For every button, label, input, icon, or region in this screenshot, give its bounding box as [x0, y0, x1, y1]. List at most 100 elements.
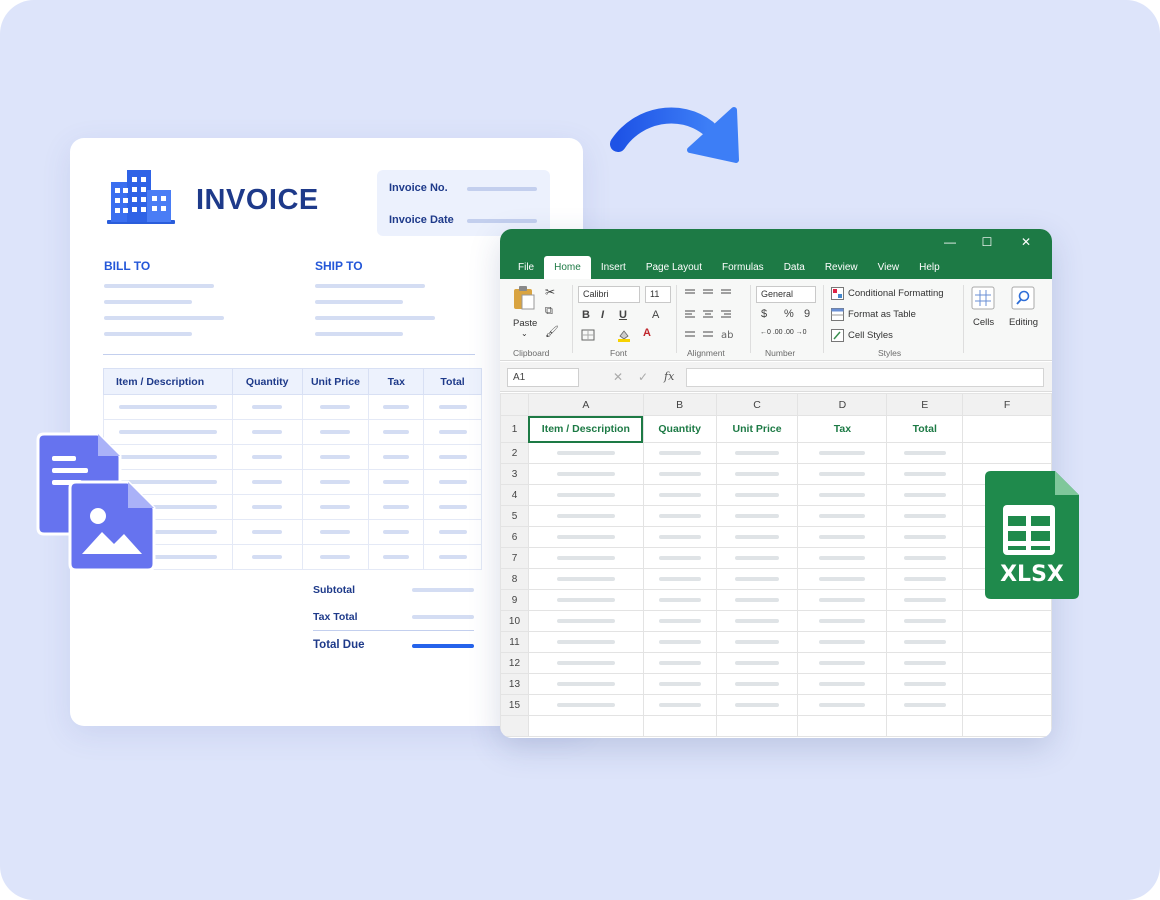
grid-cell[interactable] — [527, 526, 644, 548]
cell-styles-icon[interactable] — [831, 329, 844, 342]
row-header[interactable]: 2 — [500, 442, 529, 464]
row-header[interactable]: 11 — [500, 631, 529, 653]
grid-cell[interactable] — [642, 694, 717, 716]
minimize-button[interactable]: — — [940, 235, 960, 251]
grid-cell[interactable] — [715, 673, 799, 695]
spreadsheet-grid[interactable]: A B C D E F 1 Item / Description Quantit… — [500, 393, 1052, 737]
cell-c1[interactable]: Unit Price — [715, 415, 799, 443]
grid-cell[interactable] — [527, 631, 644, 653]
column-header-b[interactable]: B — [642, 393, 717, 416]
grid-cell[interactable] — [797, 610, 888, 632]
row-header[interactable]: 9 — [500, 589, 529, 611]
grid-cell[interactable] — [642, 631, 717, 653]
font-name-select[interactable]: Calibri — [578, 286, 640, 303]
grid-cell[interactable] — [642, 526, 717, 548]
grid-cell[interactable] — [886, 442, 964, 464]
grid-cell[interactable] — [797, 484, 888, 506]
tab-file[interactable]: File — [508, 256, 544, 279]
percent-button[interactable]: % — [784, 308, 794, 320]
grid-cell[interactable] — [642, 610, 717, 632]
cancel-icon[interactable]: ✕ — [613, 370, 623, 384]
grid-cell[interactable] — [527, 484, 644, 506]
grid-cell[interactable] — [886, 715, 964, 737]
grid-cell[interactable] — [527, 610, 644, 632]
column-header-a[interactable]: A — [527, 393, 644, 416]
cut-icon[interactable]: ✂ — [545, 285, 555, 299]
grid-cell[interactable] — [886, 673, 964, 695]
copy-icon[interactable]: ⧉ — [545, 305, 553, 318]
font-color-icon[interactable]: A — [643, 327, 651, 339]
grid-cell[interactable] — [886, 505, 964, 527]
grid-cell[interactable] — [962, 631, 1052, 653]
column-header-f[interactable]: F — [962, 393, 1052, 416]
grid-cell[interactable] — [642, 568, 717, 590]
grid-cell[interactable] — [715, 442, 799, 464]
currency-button[interactable]: $ — [761, 308, 767, 320]
column-header-d[interactable]: D — [797, 393, 888, 416]
number-format-select[interactable]: General — [756, 286, 816, 303]
grid-cell[interactable] — [527, 505, 644, 527]
cells-button[interactable]: Cells — [973, 317, 994, 328]
fill-color-icon[interactable] — [617, 328, 631, 342]
row-header[interactable]: 4 — [500, 484, 529, 506]
format-as-table-icon[interactable] — [831, 308, 844, 321]
borders-icon[interactable] — [581, 329, 595, 341]
grid-cell[interactable] — [886, 589, 964, 611]
insert-function-icon[interactable]: fx — [664, 370, 674, 383]
grid-cell[interactable] — [797, 463, 888, 485]
format-as-table-button[interactable]: Format as Table — [848, 309, 916, 320]
tab-review[interactable]: Review — [815, 256, 868, 279]
tab-view[interactable]: View — [868, 256, 910, 279]
grid-cell[interactable] — [642, 715, 717, 737]
grid-cell[interactable] — [715, 568, 799, 590]
font-grow-icon[interactable]: A — [652, 309, 659, 321]
column-header-c[interactable]: C — [715, 393, 799, 416]
grid-cell[interactable] — [715, 631, 799, 653]
cell-a1[interactable]: Item / Description — [527, 415, 644, 443]
cell-b1[interactable]: Quantity — [642, 415, 717, 443]
grid-cell[interactable] — [642, 547, 717, 569]
grid-cell[interactable] — [962, 715, 1052, 737]
grid-cell[interactable] — [797, 715, 888, 737]
grid-cell[interactable] — [886, 610, 964, 632]
row-header[interactable]: 10 — [500, 610, 529, 632]
grid-cell[interactable] — [797, 589, 888, 611]
tab-data[interactable]: Data — [774, 256, 815, 279]
grid-cell[interactable] — [642, 463, 717, 485]
grid-cell[interactable] — [886, 463, 964, 485]
grid-cell[interactable] — [527, 568, 644, 590]
cell-d1[interactable]: Tax — [797, 415, 888, 443]
grid-cell[interactable] — [527, 652, 644, 674]
grid-cell[interactable] — [527, 715, 644, 737]
grid-cell[interactable] — [642, 673, 717, 695]
bold-button[interactable]: B — [582, 309, 590, 321]
tab-page-layout[interactable]: Page Layout — [636, 256, 712, 279]
grid-cell[interactable] — [715, 652, 799, 674]
alignment-icons[interactable]: ab — [683, 287, 743, 347]
conditional-formatting-icon[interactable] — [831, 287, 844, 300]
grid-cell[interactable] — [797, 673, 888, 695]
grid-cell[interactable] — [797, 631, 888, 653]
chevron-down-icon[interactable]: ⌄ — [521, 329, 528, 338]
cells-icon[interactable] — [971, 286, 995, 310]
confirm-icon[interactable]: ✓ — [638, 370, 648, 384]
row-header[interactable]: 7 — [500, 547, 529, 569]
grid-cell[interactable] — [886, 652, 964, 674]
grid-cell[interactable] — [797, 652, 888, 674]
grid-cell[interactable] — [886, 547, 964, 569]
grid-cell[interactable] — [962, 673, 1052, 695]
grid-cell[interactable] — [527, 547, 644, 569]
cell-f1[interactable] — [962, 415, 1052, 443]
grid-cell[interactable] — [797, 442, 888, 464]
tab-formulas[interactable]: Formulas — [712, 256, 774, 279]
maximize-button[interactable]: ☐ — [977, 235, 997, 251]
cell-e1[interactable]: Total — [886, 415, 964, 443]
grid-cell[interactable] — [797, 526, 888, 548]
paste-label[interactable]: Paste — [513, 318, 537, 329]
increase-decimal-button[interactable]: ←0 .00 — [760, 329, 783, 336]
grid-cell[interactable] — [886, 484, 964, 506]
grid-cell[interactable] — [527, 463, 644, 485]
row-header[interactable]: 8 — [500, 568, 529, 590]
grid-cell[interactable] — [886, 694, 964, 716]
close-button[interactable]: ✕ — [1016, 235, 1036, 251]
